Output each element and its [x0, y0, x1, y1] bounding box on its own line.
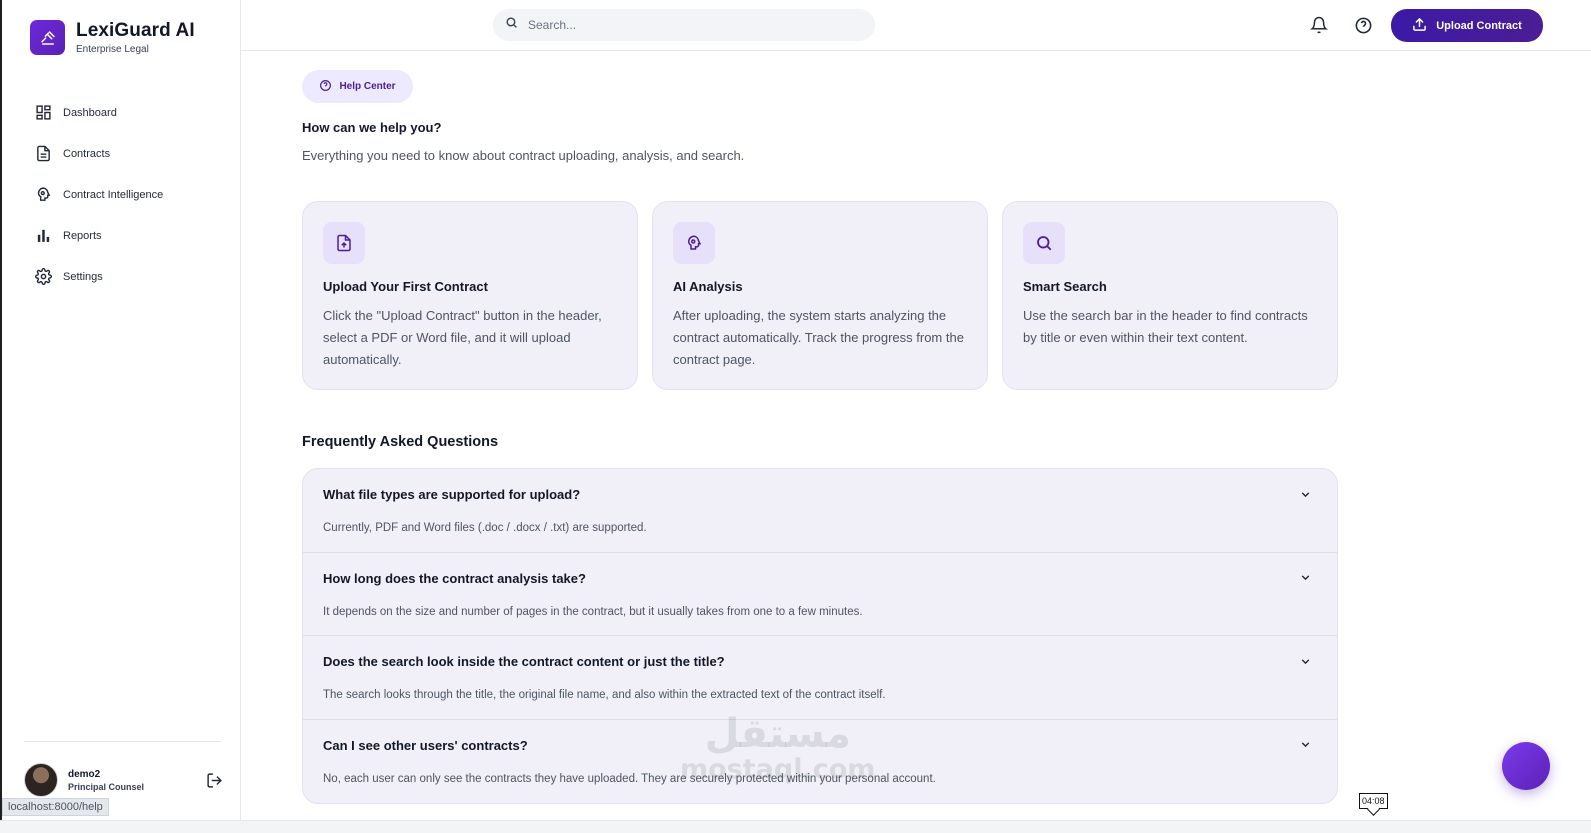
help-center-badge: Help Center	[302, 70, 413, 103]
app-root: LexiGuard AI Enterprise Legal Dashboard …	[0, 0, 1591, 833]
chevron-down-icon[interactable]	[1297, 486, 1313, 502]
upload-icon	[1412, 17, 1427, 35]
search-icon	[505, 16, 518, 34]
sidebar-item-label: Contracts	[63, 147, 111, 160]
user-role: Principal Counsel	[68, 781, 145, 792]
faq-heading: Frequently Asked Questions	[302, 434, 499, 450]
sidebar: LexiGuard AI Enterprise Legal Dashboard …	[2, 0, 241, 820]
sidebar-item-contracts[interactable]: Contracts	[32, 133, 222, 174]
avatar[interactable]	[24, 763, 58, 797]
bell-icon[interactable]	[1308, 14, 1330, 36]
card-ai-analysis: AI Analysis After uploading, the system …	[652, 201, 988, 390]
search-input[interactable]	[528, 18, 848, 32]
faq-item[interactable]: Can I see other users' contracts? No, ea…	[303, 720, 1337, 804]
top-header: Upload Contract	[241, 0, 1591, 51]
logout-icon[interactable]	[204, 770, 224, 790]
faq-answer: The search looks through the title, the …	[323, 689, 886, 701]
bottom-strip	[0, 820, 1591, 833]
faq-question[interactable]: How long does the contract analysis take…	[323, 571, 586, 586]
upload-contract-label: Upload Contract	[1436, 19, 1522, 32]
brain-icon	[673, 222, 715, 264]
search-icon	[1023, 222, 1065, 264]
card-description: After uploading, the system starts analy…	[673, 308, 964, 367]
sidebar-divider	[24, 741, 221, 742]
faq-list: What file types are supported for upload…	[302, 468, 1338, 804]
brand[interactable]: LexiGuard AI Enterprise Legal	[30, 20, 195, 55]
chevron-down-icon[interactable]	[1297, 737, 1313, 753]
sidebar-item-settings[interactable]: Settings	[32, 256, 222, 297]
sidebar-item-dashboard[interactable]: Dashboard	[32, 92, 222, 133]
time-tooltip: 04:08	[1359, 793, 1388, 809]
faq-answer: No, each user can only see the contracts…	[323, 772, 936, 785]
sidebar-item-reports[interactable]: Reports	[32, 215, 222, 256]
chevron-down-icon[interactable]	[1297, 570, 1313, 586]
faq-item[interactable]: How long does the contract analysis take…	[303, 553, 1337, 636]
card-title: Smart Search	[1023, 279, 1107, 294]
card-description: Use the search bar in the header to find…	[1023, 308, 1308, 345]
card-upload-first-contract: Upload Your First Contract Click the "Up…	[302, 201, 638, 390]
file-upload-icon	[323, 222, 365, 264]
user-profile: demo2 Principal Counsel	[24, 762, 224, 798]
document-icon	[32, 143, 54, 165]
chat-fab-button[interactable]	[1502, 742, 1550, 790]
user-name: demo2	[68, 768, 101, 780]
sidebar-item-label: Settings	[63, 270, 103, 283]
page-subtitle: Everything you need to know about contra…	[302, 148, 745, 163]
faq-question[interactable]: What file types are supported for upload…	[323, 487, 580, 502]
help-center-label: Help Center	[339, 81, 396, 92]
help-cards: Upload Your First Contract Click the "Up…	[302, 201, 1338, 390]
brain-icon	[32, 184, 54, 206]
help-circle-icon[interactable]	[1352, 14, 1374, 36]
brand-name: LexiGuard AI	[76, 20, 195, 41]
faq-question[interactable]: Does the search look inside the contract…	[323, 654, 725, 669]
sidebar-item-label: Reports	[63, 229, 102, 242]
search-bar[interactable]	[493, 9, 875, 41]
faq-answer: It depends on the size and number of pag…	[323, 605, 863, 618]
sidebar-nav: Dashboard Contracts Contract Intelligenc…	[32, 92, 222, 297]
chevron-down-icon[interactable]	[1297, 653, 1313, 669]
sidebar-item-label: Dashboard	[63, 106, 117, 119]
gear-icon	[32, 266, 54, 288]
card-description: Click the "Upload Contract" button in th…	[323, 308, 602, 367]
bar-chart-icon	[32, 225, 54, 247]
sidebar-item-contract-intelligence[interactable]: Contract Intelligence	[32, 174, 222, 215]
card-title: AI Analysis	[673, 279, 743, 294]
faq-item[interactable]: Does the search look inside the contract…	[303, 636, 1337, 720]
faq-item[interactable]: What file types are supported for upload…	[303, 469, 1337, 553]
faq-answer: Currently, PDF and Word files (.doc / .d…	[323, 522, 647, 534]
grid-icon	[32, 102, 54, 124]
sidebar-item-label: Contract Intelligence	[63, 188, 164, 201]
status-url-tooltip: localhost:8000/help	[2, 798, 109, 816]
gavel-logo-icon	[30, 20, 65, 55]
faq-question[interactable]: Can I see other users' contracts?	[323, 738, 528, 753]
page-title: How can we help you?	[302, 120, 442, 135]
brand-subtitle: Enterprise Legal	[76, 44, 149, 55]
question-circle-icon	[319, 79, 332, 95]
upload-contract-button[interactable]: Upload Contract	[1391, 9, 1543, 42]
card-smart-search: Smart Search Use the search bar in the h…	[1002, 201, 1338, 390]
card-title: Upload Your First Contract	[323, 279, 488, 294]
